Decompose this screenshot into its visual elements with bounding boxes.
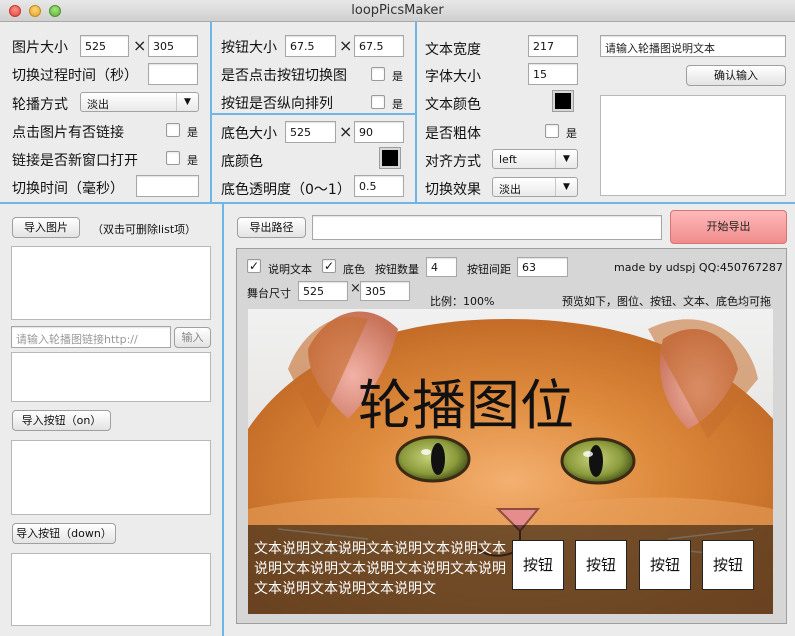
- switch-time-field[interactable]: [136, 175, 199, 197]
- new-window-checkbox-label: 是: [187, 154, 198, 167]
- text-color-swatch[interactable]: [552, 90, 574, 112]
- bg-width-field[interactable]: 525: [285, 121, 336, 143]
- align-select[interactable]: left ▼: [492, 149, 578, 169]
- window-title: loopPicsMaker: [351, 3, 444, 18]
- button-height-field[interactable]: 67.5: [354, 35, 404, 57]
- chevron-down-icon: ▼: [555, 150, 577, 168]
- button-size-label: 按钮大小: [221, 40, 277, 56]
- start-export-button[interactable]: 开始导出: [670, 210, 787, 244]
- times-icon: ×: [133, 36, 147, 55]
- preview-stage[interactable]: 轮播图位 文本说明文本说明文本说明文本说明文本说明文本说明文本说明文本说明文本说…: [248, 309, 773, 614]
- vertical-checkbox-label: 是: [392, 98, 403, 111]
- align-label: 对齐方式: [425, 154, 481, 170]
- times-icon: ×: [339, 122, 353, 141]
- on-buttons-list[interactable]: [11, 440, 211, 515]
- preview-hint: 预览如下，图位、按钮、文本、底色均可拖: [562, 295, 771, 308]
- bg-color-label: 底颜色: [221, 154, 263, 170]
- export-path-button[interactable]: 导出路径: [237, 217, 306, 238]
- caption-text-checkbox[interactable]: ✓: [247, 259, 261, 273]
- click-link-checkbox-label: 是: [187, 126, 198, 139]
- bg-size-label: 底色大小: [221, 126, 277, 142]
- pics-list[interactable]: [11, 246, 211, 320]
- pic-width-field[interactable]: 525: [80, 35, 129, 57]
- new-window-label: 链接是否新窗口打开: [12, 153, 138, 169]
- confirm-input-button[interactable]: 确认输入: [686, 65, 786, 86]
- credit-text: made by udspj QQ:450767287: [614, 261, 783, 274]
- pic-height-field[interactable]: 305: [148, 35, 198, 57]
- chevron-down-icon: ▼: [176, 93, 198, 111]
- bold-checkbox-label: 是: [566, 127, 577, 140]
- stage-height-field[interactable]: 305: [360, 281, 410, 301]
- switch-time-label: 切换时间（毫秒）: [12, 181, 124, 197]
- title-bar: loopPicsMaker: [0, 0, 795, 22]
- caption-text-checkbox-label: 说明文本: [268, 263, 312, 276]
- vertical-label: 按钮是否纵向排列: [221, 96, 333, 112]
- caption-overlay[interactable]: 文本说明文本说明文本说明文本说明文本说明文本说明文本说明文本说明文本说明文本说明…: [248, 525, 773, 614]
- click-link-checkbox[interactable]: [166, 123, 180, 137]
- import-pics-button[interactable]: 导入图片: [12, 217, 80, 238]
- bg-opacity-label: 底色透明度（0〜1）: [221, 182, 351, 198]
- links-list[interactable]: [11, 352, 211, 402]
- divider: [212, 113, 415, 115]
- stage-size-label: 舞台尺寸: [247, 287, 291, 300]
- export-path-field[interactable]: [312, 215, 662, 240]
- button-count-label: 按钮数量: [375, 263, 419, 276]
- caption-list[interactable]: [600, 95, 786, 196]
- button-gap-label: 按钮间距: [467, 263, 511, 276]
- bold-checkbox[interactable]: [545, 124, 559, 138]
- caption-text: 文本说明文本说明文本说明文本说明文本说明文本说明文本说明文本说明文本说明文本说明…: [254, 541, 506, 597]
- stage-title: 轮播图位: [358, 374, 574, 437]
- stage-width-field[interactable]: 525: [298, 281, 348, 301]
- divider: [210, 22, 212, 202]
- loop-mode-value: 淡出: [87, 98, 109, 111]
- effect-select[interactable]: 淡出 ▼: [492, 177, 578, 197]
- click-link-label: 点击图片有否链接: [12, 125, 124, 141]
- ratio-text: 比例：100%: [430, 295, 495, 308]
- down-buttons-list[interactable]: [11, 553, 211, 626]
- transition-time-field[interactable]: [148, 63, 198, 85]
- button-width-field[interactable]: 67.5: [285, 35, 336, 57]
- import-hint: （双击可删除list项）: [92, 223, 197, 236]
- effect-value: 淡出: [499, 183, 521, 196]
- loop-mode-label: 轮播方式: [12, 97, 68, 113]
- text-width-field[interactable]: 217: [528, 35, 578, 57]
- chevron-down-icon: ▼: [555, 178, 577, 196]
- pic-size-label: 图片大小: [12, 40, 68, 56]
- effect-label: 切换效果: [425, 182, 481, 198]
- transition-time-label: 切换过程时间（秒）: [12, 68, 138, 84]
- text-width-label: 文本宽度: [425, 42, 481, 58]
- times-icon: ×: [339, 36, 353, 55]
- caption-input[interactable]: 请输入轮播图说明文本: [600, 35, 786, 57]
- import-on-button[interactable]: 导入按钮（on）: [12, 410, 111, 431]
- button-count-field[interactable]: 4: [426, 257, 457, 277]
- link-input-button[interactable]: 输入: [174, 327, 211, 348]
- click-switch-checkbox-label: 是: [392, 70, 403, 83]
- font-size-field[interactable]: 15: [528, 63, 578, 85]
- stage-button-4[interactable]: 按钮: [702, 540, 754, 590]
- import-down-button[interactable]: 导入按钮（down）: [12, 523, 116, 544]
- vertical-checkbox[interactable]: [371, 95, 385, 109]
- bg-height-field[interactable]: 90: [354, 121, 404, 143]
- align-value: left: [499, 153, 517, 166]
- font-size-label: 字体大小: [425, 69, 481, 85]
- bg-checkbox-label: 底色: [343, 263, 365, 276]
- new-window-checkbox[interactable]: [166, 151, 180, 165]
- stage-button-2[interactable]: 按钮: [575, 540, 627, 590]
- text-color-label: 文本颜色: [425, 97, 481, 113]
- bold-label: 是否粗体: [425, 126, 481, 142]
- stage-button-3[interactable]: 按钮: [639, 540, 691, 590]
- bg-color-swatch[interactable]: [379, 147, 401, 169]
- loop-mode-select[interactable]: 淡出 ▼: [80, 92, 199, 112]
- stage-button-1[interactable]: 按钮: [512, 540, 564, 590]
- bg-checkbox[interactable]: ✓: [322, 259, 336, 273]
- click-switch-checkbox[interactable]: [371, 67, 385, 81]
- divider: [0, 202, 795, 204]
- link-input[interactable]: 请输入轮播图链接http://: [11, 326, 171, 348]
- bg-opacity-field[interactable]: 0.5: [354, 175, 404, 197]
- button-gap-field[interactable]: 63: [517, 257, 568, 277]
- click-switch-label: 是否点击按钮切换图: [221, 68, 347, 84]
- divider: [222, 204, 224, 636]
- divider: [415, 22, 417, 202]
